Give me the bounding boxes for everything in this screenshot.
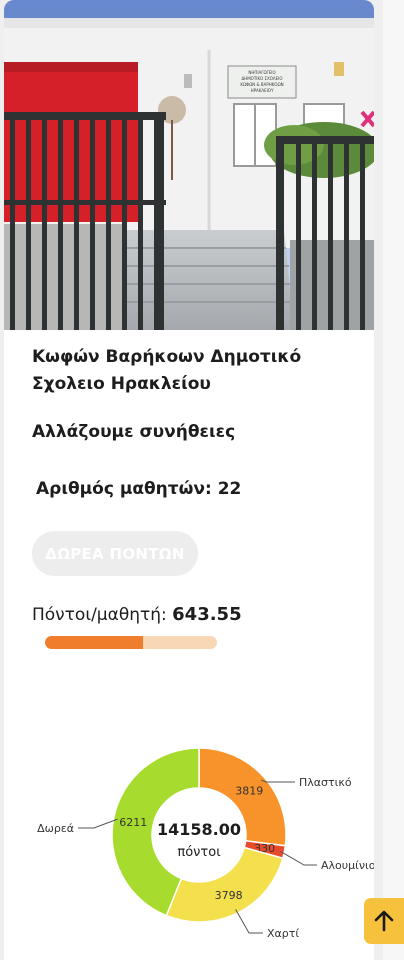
student-count: Αριθμός μαθητών: 22 xyxy=(36,479,241,499)
donut-slice-value-3: 3798 xyxy=(215,889,243,902)
svg-text:ΗΡΑΚΛΕΙΟΥ: ΗΡΑΚΛΕΙΟΥ xyxy=(251,88,274,93)
donut-center-total: 14158.00 xyxy=(157,820,241,839)
donut-callout-line-2 xyxy=(280,850,317,866)
points-per-student-value: 643.55 xyxy=(172,604,242,625)
student-count-value: 22 xyxy=(217,479,242,499)
donut-center-label: πόντοι xyxy=(177,845,220,860)
school-card: ΝΗΠΙΑΓΩΓΕΙΟ ΔΗΜΟΤΙΚΟ ΣΧΟΛΕΙΟ ΚΩΦΩΝ & ΒΑΡ… xyxy=(4,0,374,960)
donut-callout-label-3: Χαρτί xyxy=(267,927,299,940)
donut-callout-label-1: Πλαστικό xyxy=(299,776,352,789)
points-progress-bar xyxy=(45,636,217,649)
page-scroll-gutter xyxy=(383,0,404,960)
donut-slice-value-4: 6211 xyxy=(119,816,147,829)
donut-slice-value-1: 3819 xyxy=(235,785,263,798)
donate-points-button[interactable]: ΔΩΡΕΑ ΠΟΝΤΩΝ xyxy=(32,531,198,576)
donut-callout-label-2: Αλουμίνιο xyxy=(321,859,374,872)
donut-callout-line-3 xyxy=(235,909,263,934)
points-per-student: Πόντοι/μαθητή: 643.55 xyxy=(32,604,242,625)
school-photo: ΝΗΠΙΑΓΩΓΕΙΟ ΔΗΜΟΤΙΚΟ ΣΧΟΛΕΙΟ ΚΩΦΩΝ & ΒΑΡ… xyxy=(4,0,374,330)
svg-text:ΚΩΦΩΝ & ΒΑΡΗΚΟΩΝ: ΚΩΦΩΝ & ΒΑΡΗΚΟΩΝ xyxy=(240,82,283,87)
points-progress-fill xyxy=(45,636,144,649)
svg-text:ΝΗΠΙΑΓΩΓΕΙΟ: ΝΗΠΙΑΓΩΓΕΙΟ xyxy=(248,70,275,75)
school-motto: Αλλάζουμε συνήθειες xyxy=(32,422,236,442)
donut-callout-label-4: Δωρεά xyxy=(37,822,74,835)
student-count-label: Αριθμός μαθητών: xyxy=(36,479,212,499)
points-per-student-label: Πόντοι/μαθητή: xyxy=(32,605,167,625)
arrow-up-icon xyxy=(374,910,394,932)
svg-text:ΔΗΜΟΤΙΚΟ ΣΧΟΛΕΙΟ: ΔΗΜΟΤΙΚΟ ΣΧΟΛΕΙΟ xyxy=(241,76,282,81)
scroll-to-top-button[interactable] xyxy=(364,898,404,944)
points-donut-chart: 3819Πλαστικό330Αλουμίνιο3798Χαρτί6211Δωρ… xyxy=(37,747,374,940)
school-name: Κωφών Βαρήκοων Δημοτικό Σχολειο Ηρακλείο… xyxy=(32,347,302,394)
donut-callout-line-4 xyxy=(78,818,118,829)
